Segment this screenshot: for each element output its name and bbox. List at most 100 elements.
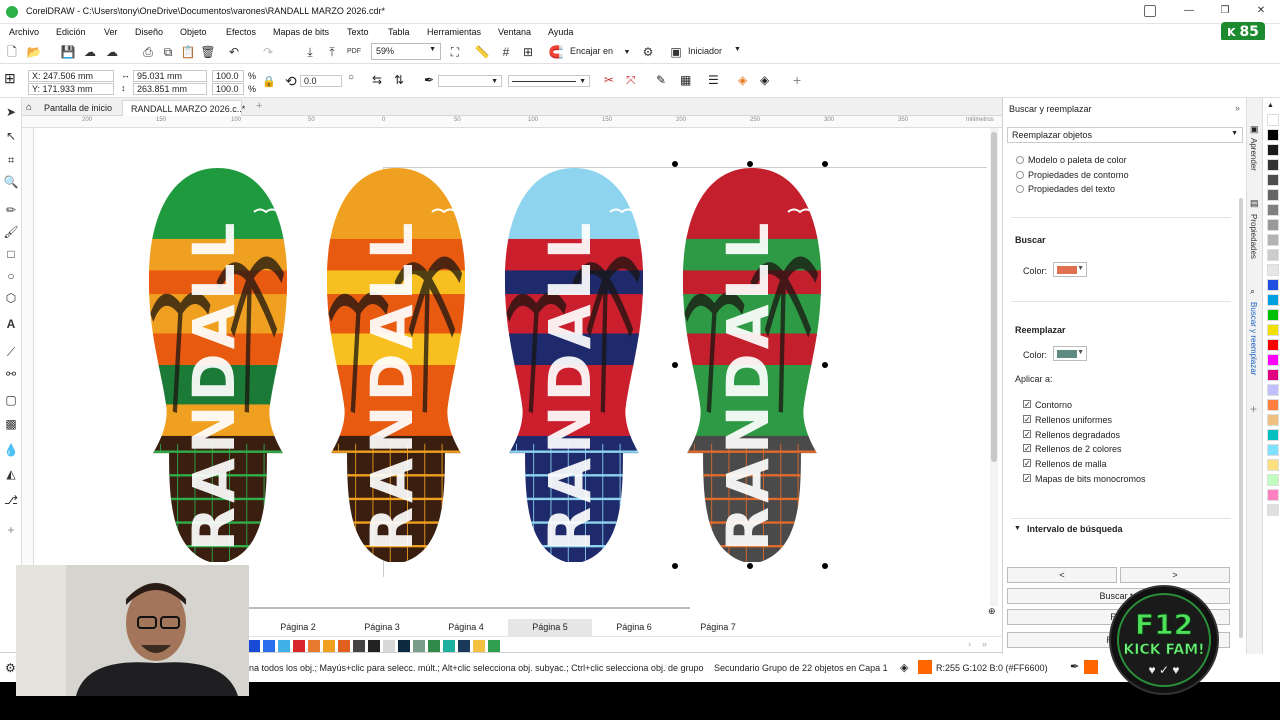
menu-texto[interactable]: Texto [347,27,369,37]
tab-aprender[interactable]: Aprender [1249,138,1258,171]
palette-swatch[interactable] [1267,144,1279,156]
pick-tool-icon[interactable]: ➤ [3,104,19,120]
menu-archivo[interactable]: Archivo [9,27,39,37]
palette-swatch[interactable] [323,640,335,652]
find-color-picker[interactable]: ▼ [1053,262,1087,277]
palette-swatch[interactable] [1267,384,1279,396]
sandal-design[interactable]: RANDALL [502,168,646,564]
checkbox-contorno[interactable]: ✓ [1023,400,1031,409]
rulers-icon[interactable]: 📏 [474,44,490,60]
launcher-icon[interactable]: ▣ [668,44,684,60]
palette-swatch[interactable] [263,640,275,652]
radio-outline-props[interactable] [1016,171,1024,179]
palette-swatch[interactable] [353,640,365,652]
menu-ventana[interactable]: Ventana [498,27,531,37]
close-button[interactable]: ✕ [1254,5,1268,19]
palette-swatch[interactable] [1267,204,1279,216]
sandal-design[interactable]: RANDALL [324,168,468,564]
sandal-design[interactable]: RANDALL [680,168,824,564]
redo-icon[interactable]: ↷ [260,44,276,60]
snap-icon[interactable]: 🧲 [548,44,564,60]
menu-ver[interactable]: Ver [104,27,118,37]
vertical-ruler[interactable] [22,128,34,606]
menu-herramientas[interactable]: Herramientas [427,27,481,37]
shape-tool-icon[interactable]: ↖ [3,128,19,144]
palette-swatch[interactable] [1267,234,1279,246]
palette-swatch[interactable] [383,640,395,652]
delete-icon[interactable]: 🗑 [200,44,216,60]
palette-swatch[interactable] [368,640,380,652]
horizontal-scrollbar[interactable] [248,607,690,609]
palette-swatch[interactable] [458,640,470,652]
palette-swatch[interactable] [278,640,290,652]
options-gear-icon[interactable]: ⚙ [640,44,656,60]
palette-swatch[interactable] [1267,429,1279,441]
menu-ayuda[interactable]: Ayuda [548,27,573,37]
palette-swatch[interactable] [1267,309,1279,321]
fill-color-swatch[interactable] [918,660,932,674]
transparency-tool-icon[interactable]: ▢ [3,392,19,408]
outline-color-swatch[interactable] [1084,660,1098,674]
outline-width-select[interactable]: ▼ [438,75,502,87]
checkbox-rellenos-degradados[interactable]: ✓ [1023,430,1031,439]
export-icon[interactable]: ⤒ [324,44,340,60]
palette-swatch[interactable] [443,640,455,652]
cloud-upload-icon[interactable]: ☁ [104,44,120,60]
crop-tool-icon[interactable]: ⌗ [3,152,19,168]
zoom-tool-icon[interactable]: 🔍 [3,174,19,190]
polygon-tool-icon[interactable]: ⬡ [3,290,19,306]
palette-swatch[interactable] [1267,489,1279,501]
rectangle-tool-icon[interactable]: □ [3,246,19,262]
print-icon[interactable]: ⎙ [140,44,156,60]
apply-item[interactable]: Rellenos degradados [1035,430,1120,440]
maximize-button[interactable]: ❐ [1218,5,1232,19]
drawing-canvas[interactable]: RANDALL RANDALL RANDALL RANDALL [34,128,1002,606]
apply-item[interactable]: Contorno [1035,400,1072,410]
add-docker-icon[interactable]: + [1250,402,1257,416]
find-next-button[interactable]: > [1120,567,1230,583]
new-icon[interactable]: 🗋 [4,44,20,60]
y-position-field[interactable]: Y: 171.933 mm [28,83,114,95]
selection-handle[interactable] [672,563,678,569]
palette-swatch[interactable] [1267,114,1279,126]
paste-icon[interactable]: 📋 [180,44,196,60]
export-pdf-icon[interactable]: PDF [346,44,362,60]
break-apart-icon[interactable]: ✂ [604,73,614,87]
tab-document[interactable]: RANDALL MARZO 2026.c..* [122,100,245,116]
scale-width-field[interactable]: 100.0 [212,70,244,82]
palette-swatch[interactable] [1267,219,1279,231]
selection-handle[interactable] [672,362,678,368]
checkbox-rellenos-uniformes[interactable]: ✓ [1023,415,1031,424]
add-icon[interactable]: + [793,72,801,88]
vertical-scrollbar[interactable] [990,128,998,606]
artistic-media-icon[interactable]: 🖌 [3,224,19,240]
palette-swatch[interactable] [488,640,500,652]
page-tab-active[interactable]: Página 5 [508,619,592,636]
scroll-thumb[interactable] [991,132,997,462]
smart-fill-icon[interactable]: ⎇ [3,492,19,508]
apply-item[interactable]: Rellenos uniformes [1035,415,1112,425]
selection-handle[interactable] [822,161,828,167]
mirror-vertical-icon[interactable]: ⇅ [394,73,404,87]
interactive-fill-icon[interactable]: ◭ [3,466,19,482]
palette-swatch[interactable] [1267,474,1279,486]
menu-efectos[interactable]: Efectos [226,27,256,37]
palette-swatch[interactable] [1267,324,1279,336]
find-previous-button[interactable]: < [1007,567,1117,583]
save-icon[interactable]: 💾 [60,44,76,60]
option-outline-props[interactable]: Propiedades de contorno [1028,170,1129,180]
checkbox-rellenos-malla[interactable]: ✓ [1023,459,1031,468]
import-icon[interactable]: ⤓ [302,44,318,60]
palette-swatch[interactable] [1267,399,1279,411]
reference-point-icon[interactable]: ⊞ [4,70,16,87]
cloud-download-icon[interactable]: ☁ [82,44,98,60]
height-field[interactable]: 263.851 mm [133,83,207,95]
new-tab-icon[interactable]: + [256,100,262,112]
blend-tool-icon[interactable]: ⚯ [3,366,19,382]
palette-swatch[interactable] [1267,354,1279,366]
line-style-select[interactable]: ▼ [508,75,590,87]
selection-handle[interactable] [747,161,753,167]
checkbox-rellenos-2-colores[interactable]: ✓ [1023,444,1031,453]
palette-swatch[interactable] [1267,249,1279,261]
find-replace-tab-icon[interactable]: ⌕ [1250,286,1255,297]
